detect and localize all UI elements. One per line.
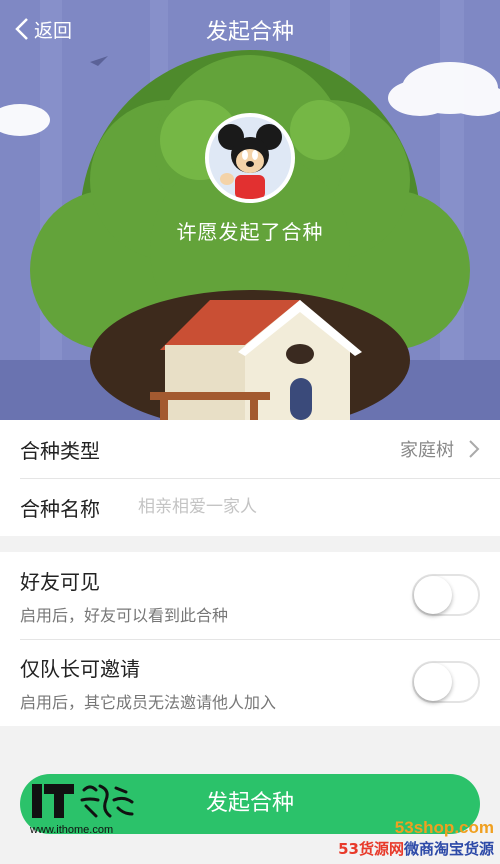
captain-invite-only-description: 启用后，其它成员无法邀请他人加入 bbox=[20, 693, 277, 712]
page-title: 发起合种 bbox=[205, 20, 294, 45]
captain-invite-only-toggle[interactable] bbox=[412, 661, 480, 703]
site53-watermark: 53shop.com 53货源网微商淘宝货源 bbox=[304, 818, 494, 862]
tree-house-illustration bbox=[0, 0, 500, 420]
friends-visible-description: 启用后，好友可以看到此合种 bbox=[20, 606, 229, 625]
site53-url: 53shop.com bbox=[394, 818, 494, 837]
ithome-watermark: www.ithome.com bbox=[30, 778, 140, 838]
tree-name-label: 合种名称 bbox=[20, 496, 100, 521]
friends-visible-toggle[interactable] bbox=[412, 574, 480, 616]
tree-name-input[interactable] bbox=[138, 492, 458, 522]
tree-name-row: 合种名称 bbox=[0, 478, 500, 536]
tree-type-value: 家庭树 bbox=[400, 440, 454, 461]
ithome-logo bbox=[32, 784, 134, 818]
tree-type-row[interactable]: 合种类型 家庭树 bbox=[0, 420, 500, 478]
ithome-url: www.ithome.com bbox=[30, 824, 114, 836]
site53-name-a: 53货源网 bbox=[338, 840, 404, 858]
friends-visible-title: 好友可见 bbox=[20, 570, 100, 594]
mickey-avatar-image bbox=[209, 117, 291, 199]
settings-card: 好友可见 启用后，好友可以看到此合种 仅队长可邀请 启用后，其它成员无法邀请他人… bbox=[0, 552, 500, 726]
top-navigation-bar: 返回 发起合种 bbox=[0, 0, 500, 58]
site53-name-b: 微商淘宝货源 bbox=[403, 840, 494, 858]
tree-info-card: 合种类型 家庭树 合种名称 bbox=[0, 420, 500, 536]
avatar bbox=[205, 113, 295, 203]
hero-banner: 返回 发起合种 许愿发起了合种 bbox=[0, 0, 500, 420]
initiator-text: 许愿发起了合种 bbox=[176, 220, 324, 244]
site53-name: 53货源网微商淘宝货源 bbox=[304, 838, 494, 859]
chevron-right-icon bbox=[469, 440, 480, 458]
toggle-knob bbox=[414, 576, 452, 614]
friends-visible-row: 好友可见 启用后，好友可以看到此合种 bbox=[0, 552, 500, 639]
toggle-knob bbox=[414, 663, 452, 701]
captain-invite-only-title: 仅队长可邀请 bbox=[20, 657, 140, 681]
captain-invite-only-row: 仅队长可邀请 启用后，其它成员无法邀请他人加入 bbox=[0, 639, 500, 726]
tree-type-label: 合种类型 bbox=[20, 438, 100, 463]
